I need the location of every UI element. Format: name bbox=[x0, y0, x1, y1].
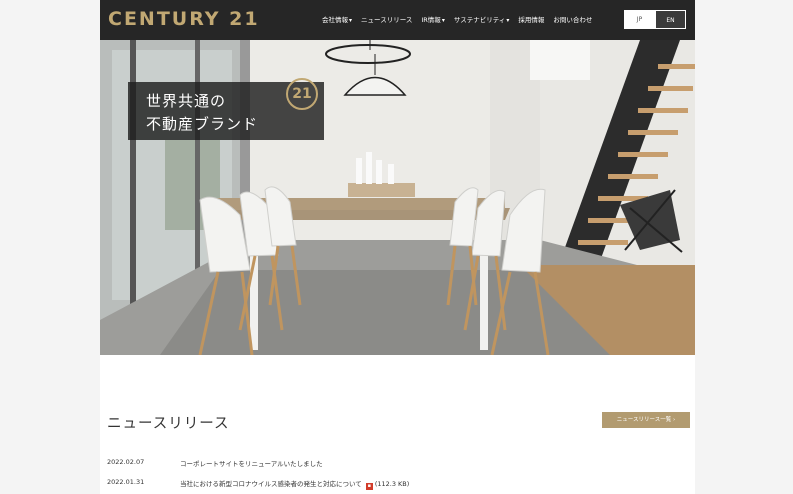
chevron-down-icon: ▾ bbox=[506, 17, 510, 24]
news-link[interactable]: コーポレートサイトをリニューアルいたしました bbox=[180, 458, 323, 468]
lang-jp-button[interactable]: JP bbox=[624, 10, 655, 29]
nav-label: ニュースリリース bbox=[361, 16, 413, 24]
language-switcher: JP EN bbox=[624, 10, 686, 29]
news-date: 2022.02.07 bbox=[107, 458, 145, 466]
news-date: 2022.01.31 bbox=[107, 478, 145, 486]
nav-item-recruit[interactable]: 採用情報 bbox=[518, 14, 544, 24]
main-nav: 会社情報▾ ニュースリリース IR情報▾ サステナビリティ▾ 採用情報 お問い合… bbox=[322, 14, 601, 24]
nav-label: 会社情報 bbox=[322, 16, 348, 24]
chevron-down-icon: ▾ bbox=[441, 17, 445, 24]
news-link-with-pdf[interactable]: 当社における新型コロナウイルス感染者の発生と対応について ▪ (112.3 KB) bbox=[180, 478, 409, 490]
news-link-text: 当社における新型コロナウイルス感染者の発生と対応について bbox=[180, 480, 362, 488]
nav-item-contact[interactable]: お問い合わせ bbox=[553, 14, 592, 24]
news-section-title: ニュースリリース bbox=[107, 416, 230, 432]
nav-item-news[interactable]: ニュースリリース bbox=[361, 14, 412, 24]
nav-label: お問い合わせ bbox=[553, 16, 593, 24]
news-item[interactable]: 2022.01.31 当社における新型コロナウイルス感染者の発生と対応について ▪… bbox=[107, 478, 692, 494]
news-item[interactable]: 2022.02.07 コーポレートサイトをリニューアルいたしました bbox=[107, 458, 692, 478]
website: CENTURY 21 会社情報▾ ニュースリリース IR情報▾ サステナビリティ… bbox=[100, 0, 695, 494]
century21-logo[interactable]: CENTURY 21 bbox=[108, 8, 260, 30]
tagline-line-1: 世界共通の bbox=[146, 92, 227, 110]
nav-item-ir[interactable]: IR情報▾ bbox=[421, 14, 444, 24]
nav-item-sustainability[interactable]: サステナビリティ▾ bbox=[454, 14, 510, 24]
nav-label: 採用情報 bbox=[518, 16, 545, 24]
news-list-button[interactable]: ニュースリリース一覧 › bbox=[602, 412, 690, 428]
chevron-down-icon: ▾ bbox=[349, 17, 353, 24]
nav-item-company[interactable]: 会社情報▾ bbox=[322, 14, 352, 24]
news-list: 2022.02.07 コーポレートサイトをリニューアルいたしました 2022.0… bbox=[107, 458, 692, 494]
site-header: CENTURY 21 会社情報▾ ニュースリリース IR情報▾ サステナビリティ… bbox=[100, 0, 695, 40]
nav-label: サステナビリティ bbox=[453, 16, 506, 24]
hero-image: 世界共通の 不動産ブランド 21 bbox=[100, 40, 695, 355]
century21-badge: 21 bbox=[286, 78, 318, 110]
file-size: (112.3 KB) bbox=[374, 480, 410, 488]
nav-label: IR情報 bbox=[421, 16, 441, 24]
tagline-line-2: 不動産ブランド bbox=[146, 115, 259, 133]
pdf-icon: ▪ bbox=[365, 483, 373, 490]
lang-en-button[interactable]: EN bbox=[655, 10, 686, 29]
